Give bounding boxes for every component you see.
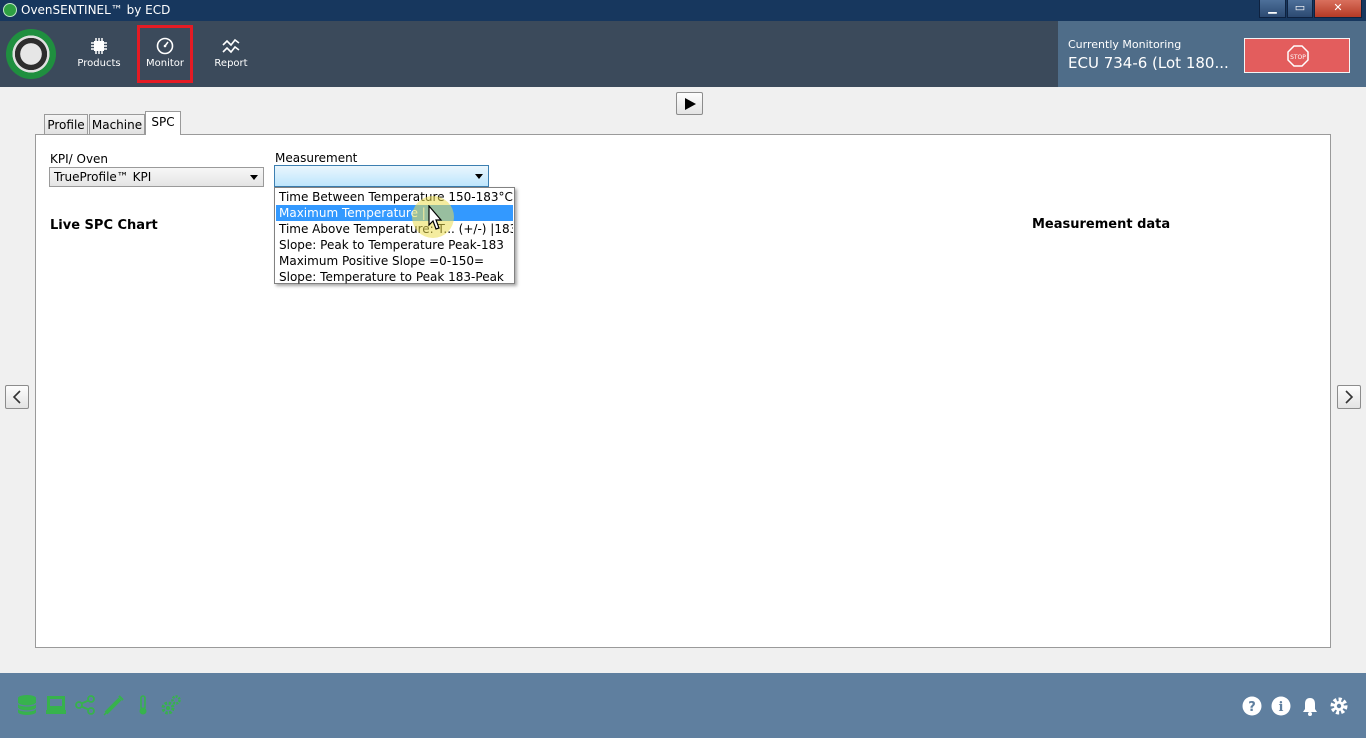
chart-line-icon <box>222 38 240 54</box>
maximize-button[interactable]: ▭ <box>1287 0 1313 18</box>
probe-icon[interactable] <box>103 694 125 716</box>
chevron-down-icon <box>250 175 258 180</box>
svg-text:?: ? <box>1248 700 1256 715</box>
measurement-dropdown: Time Between Temperature 150-183°C Maxim… <box>274 187 515 284</box>
app-icon <box>3 3 17 17</box>
tab-profile[interactable]: Profile <box>44 114 88 135</box>
thermometer-icon[interactable] <box>132 694 154 716</box>
chevron-left-icon <box>12 390 21 404</box>
tab-spc[interactable]: SPC <box>145 111 181 135</box>
nav-report-button[interactable]: Report <box>203 25 259 83</box>
monitoring-label: Currently Monitoring <box>1068 38 1182 51</box>
stop-sign-icon: STOP <box>1287 45 1309 67</box>
monitoring-value: ECU 734-6 (Lot 180... <box>1068 54 1229 72</box>
nav-products-label: Products <box>77 58 121 69</box>
live-spc-chart-title: Live SPC Chart <box>50 218 158 233</box>
measurement-select[interactable] <box>274 165 489 187</box>
minimize-button[interactable]: ▁ <box>1259 0 1286 18</box>
app-logo[interactable] <box>6 29 56 79</box>
svg-text:i: i <box>1279 700 1284 715</box>
window-title: OvenSENTINEL™ by ECD <box>21 3 171 17</box>
spc-panel <box>35 134 1331 648</box>
play-button[interactable] <box>676 92 703 115</box>
dropdown-option-highlighted[interactable]: Maximum Temperature | <box>276 205 513 221</box>
kpi-select-value: TrueProfile™ KPI <box>54 170 152 184</box>
dropdown-option[interactable]: Time Above Temperature: T... (+/-) |183°… <box>276 221 513 237</box>
measurement-data-title: Measurement data <box>1032 217 1171 232</box>
oven-icon[interactable] <box>45 694 67 716</box>
chevron-down-icon <box>475 174 483 179</box>
nav-products-button[interactable]: Products <box>71 25 127 83</box>
close-window-button[interactable]: ✕ <box>1314 0 1362 18</box>
nav-monitor-label: Monitor <box>145 58 184 69</box>
dropdown-option[interactable]: Slope: Temperature to Peak 183-Peak <box>276 269 513 285</box>
next-button[interactable] <box>1337 385 1361 409</box>
play-icon <box>685 98 696 110</box>
measurement-label: Measurement <box>275 151 358 165</box>
app-footer <box>0 673 1366 738</box>
dropdown-option[interactable]: Maximum Positive Slope =0-150= <box>276 253 513 269</box>
settings-icon[interactable] <box>1329 696 1349 716</box>
previous-button[interactable] <box>5 385 29 409</box>
kpi-label: KPI/ Oven <box>50 152 109 166</box>
gauge-icon <box>156 37 174 55</box>
dropdown-option[interactable]: Slope: Peak to Temperature Peak-183 <box>276 237 513 253</box>
chevron-right-icon <box>1345 390 1354 404</box>
database-icon[interactable] <box>16 694 38 716</box>
share-icon[interactable] <box>74 694 96 716</box>
bell-icon[interactable] <box>1300 696 1320 716</box>
info-icon[interactable]: i <box>1271 696 1291 716</box>
dropdown-option[interactable]: Time Between Temperature 150-183°C <box>276 189 513 205</box>
nav-monitor-button[interactable]: Monitor <box>137 25 193 83</box>
stop-label: STOP <box>1290 54 1306 61</box>
gears-icon[interactable] <box>160 694 182 716</box>
tab-machine[interactable]: Machine <box>89 114 145 135</box>
help-icon[interactable]: ? <box>1242 696 1262 716</box>
window-titlebar: OvenSENTINEL™ by ECD <box>0 0 1366 21</box>
mouse-pointer-icon <box>428 205 443 230</box>
kpi-select[interactable]: TrueProfile™ KPI <box>49 167 264 187</box>
stop-button[interactable]: STOP <box>1244 38 1350 73</box>
nav-report-label: Report <box>214 58 248 69</box>
chip-icon <box>91 38 107 54</box>
